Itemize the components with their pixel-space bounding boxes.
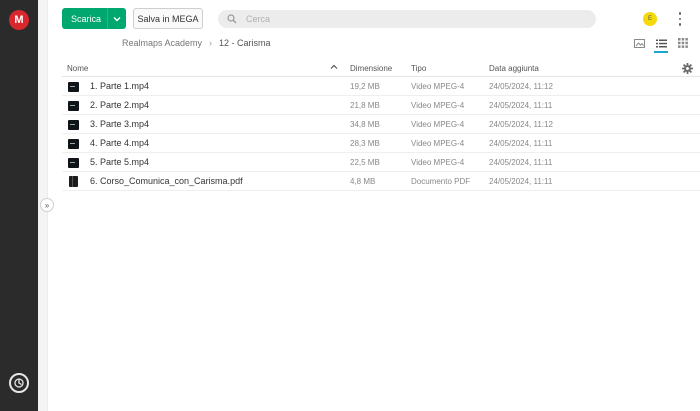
download-button[interactable]: Scarica (62, 8, 126, 29)
mega-logo-icon[interactable]: M (9, 10, 29, 30)
file-type: Video MPEG-4 (411, 158, 465, 167)
avatar[interactable]: E (643, 12, 657, 26)
file-thumbnail-icon (68, 158, 79, 168)
breadcrumb: Realmaps Academy › 12 - Carisma (122, 38, 271, 48)
thumbnail-view-icon[interactable] (632, 36, 646, 50)
file-type: Documento PDF (411, 177, 471, 186)
file-thumbnail-icon (68, 139, 79, 149)
file-name[interactable]: 2. Parte 2.mp4 (90, 100, 149, 110)
column-header-name[interactable]: Nome (67, 64, 88, 73)
file-size: 28,3 MB (350, 139, 380, 148)
file-size: 22,5 MB (350, 158, 380, 167)
save-to-mega-button[interactable]: Salva in MEGA (133, 8, 203, 29)
sidebar: M (0, 0, 38, 411)
file-name[interactable]: 1. Parte 1.mp4 (90, 81, 149, 91)
file-thumbnail-icon (68, 82, 79, 92)
download-button-label: Scarica (71, 13, 102, 24)
table-row[interactable]: 1. Parte 1.mp4 19,2 MB Video MPEG-4 24/0… (62, 77, 700, 96)
list-view-icon[interactable] (654, 36, 668, 53)
expand-panel-button[interactable]: » (40, 198, 54, 212)
file-thumbnail-icon (68, 120, 79, 130)
more-options-icon[interactable] (676, 11, 684, 27)
column-header-type[interactable]: Tipo (411, 64, 426, 73)
file-date: 24/05/2024, 11:12 (489, 82, 553, 91)
search-bar[interactable] (218, 10, 596, 28)
column-header-date[interactable]: Data aggiunta (489, 64, 539, 73)
file-date: 24/05/2024, 11:11 (489, 177, 553, 186)
file-thumbnail-icon (69, 176, 78, 187)
breadcrumb-chevron-icon: › (209, 38, 213, 48)
file-name[interactable]: 5. Parte 5.mp4 (90, 157, 149, 167)
search-icon (218, 14, 246, 24)
file-type: Video MPEG-4 (411, 139, 465, 148)
table-row[interactable]: 6. Corso_Comunica_con_Carisma.pdf 4,8 MB… (62, 172, 700, 191)
chevron-down-icon[interactable] (108, 16, 126, 22)
file-size: 4,8 MB (350, 177, 376, 186)
file-date: 24/05/2024, 11:11 (489, 139, 553, 148)
sort-ascending-icon[interactable] (330, 63, 338, 73)
table-row[interactable]: 5. Parte 5.mp4 22,5 MB Video MPEG-4 24/0… (62, 153, 700, 172)
file-size: 19,2 MB (350, 82, 380, 91)
file-date: 24/05/2024, 11:12 (489, 120, 553, 129)
file-type: Video MPEG-4 (411, 82, 465, 91)
file-name[interactable]: 3. Parte 3.mp4 (90, 119, 149, 129)
file-thumbnail-icon (68, 101, 79, 111)
sync-icon[interactable] (9, 373, 29, 393)
file-name[interactable]: 6. Corso_Comunica_con_Carisma.pdf (90, 176, 243, 186)
file-type: Video MPEG-4 (411, 120, 465, 129)
file-date: 24/05/2024, 11:11 (489, 158, 553, 167)
search-input[interactable] (246, 14, 576, 24)
file-size: 21,8 MB (350, 101, 380, 110)
breadcrumb-current: 12 - Carisma (219, 38, 271, 48)
table-row[interactable]: 2. Parte 2.mp4 21,8 MB Video MPEG-4 24/0… (62, 96, 700, 115)
file-date: 24/05/2024, 11:11 (489, 101, 553, 110)
column-header-size[interactable]: Dimensione (350, 64, 392, 73)
gear-icon[interactable] (682, 61, 693, 74)
table-header: Nome Dimensione Tipo Data aggiunta (62, 59, 700, 77)
table-row[interactable]: 4. Parte 4.mp4 28,3 MB Video MPEG-4 24/0… (62, 134, 700, 153)
file-size: 34,8 MB (350, 120, 380, 129)
file-type: Video MPEG-4 (411, 101, 465, 110)
grid-view-icon[interactable] (676, 36, 690, 50)
breadcrumb-parent[interactable]: Realmaps Academy (122, 38, 202, 48)
table-row[interactable]: 3. Parte 3.mp4 34,8 MB Video MPEG-4 24/0… (62, 115, 700, 134)
file-name[interactable]: 4. Parte 4.mp4 (90, 138, 149, 148)
